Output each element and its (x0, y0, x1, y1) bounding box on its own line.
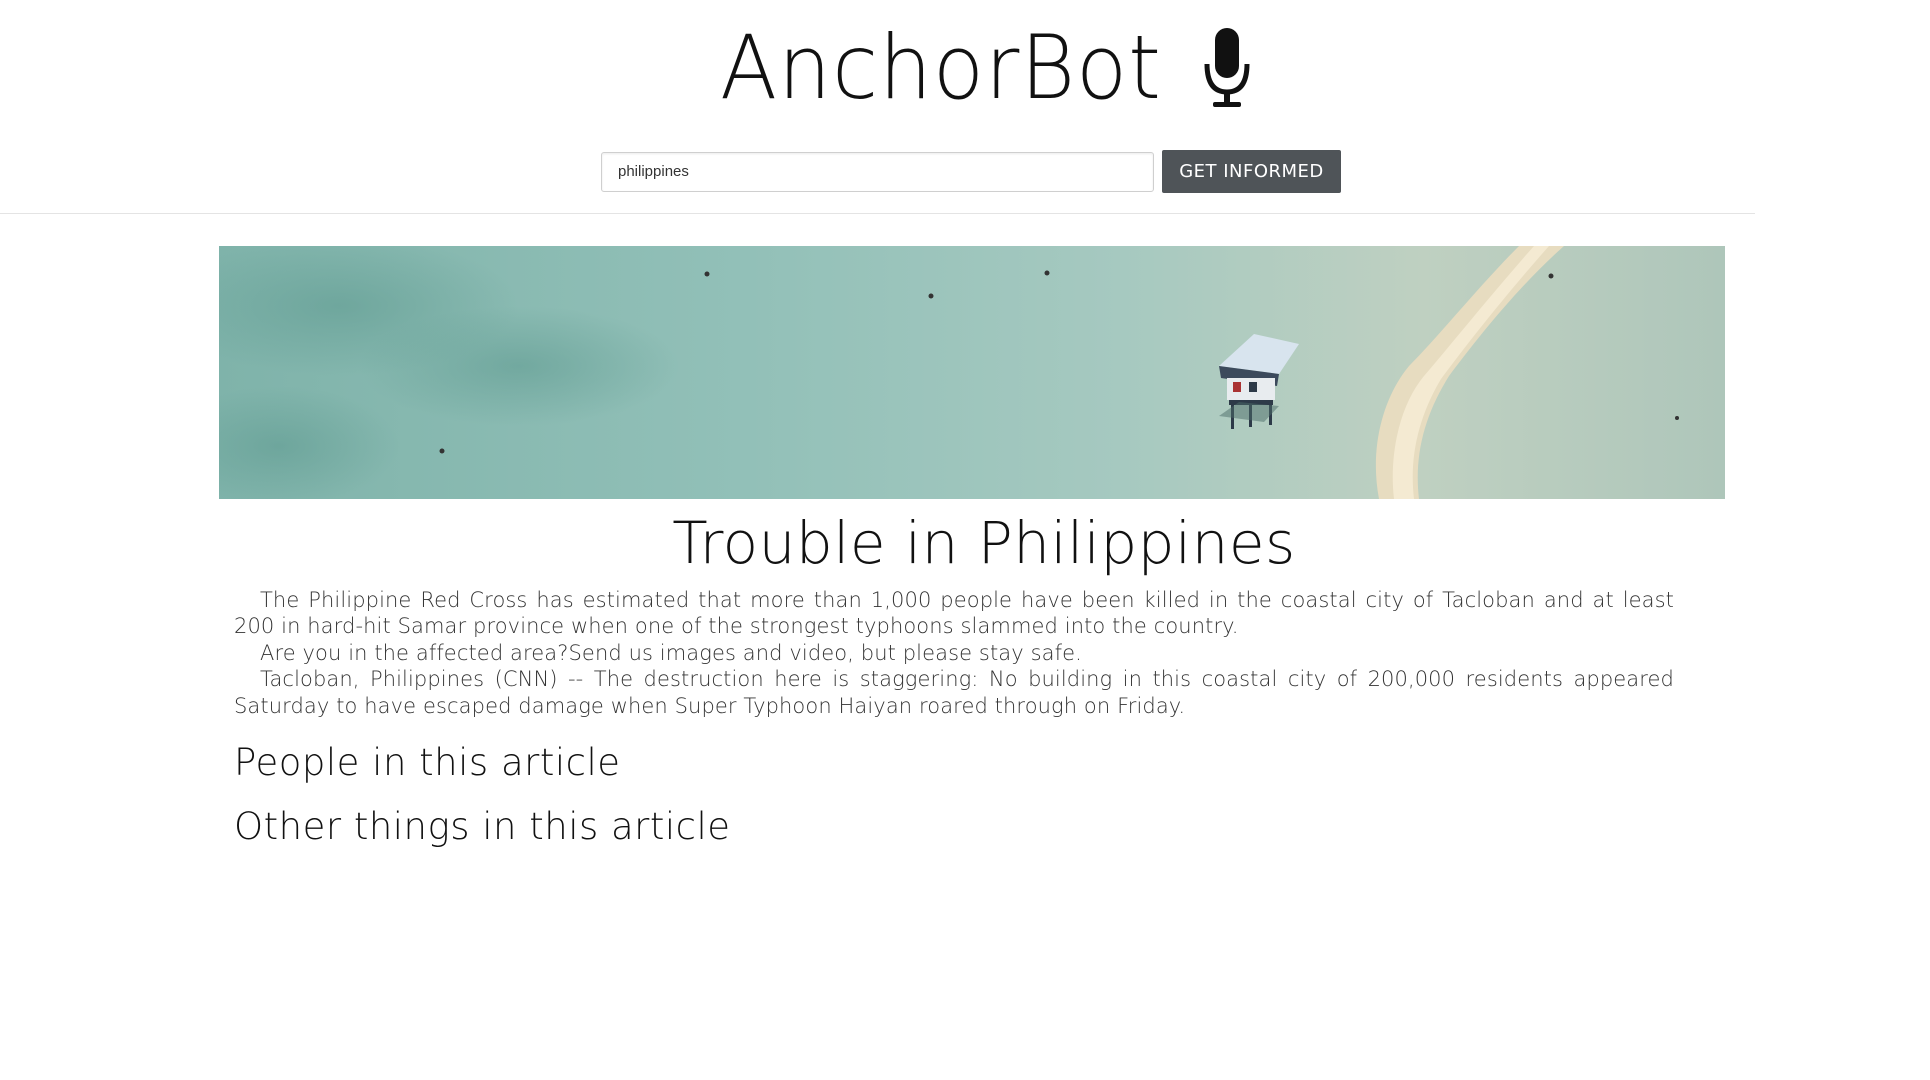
search-input[interactable] (601, 151, 1154, 192)
search-bar: GET INFORMED (601, 150, 1341, 193)
article-paragraph: Tacloban, Philippines (CNN) -- The destr… (234, 667, 1674, 718)
article-paragraph: Are you in the affected area?Send us ima… (260, 640, 1082, 665)
people-heading: People in this article (234, 741, 621, 785)
article-paragraph: The Philippine Red Cross has estimated t… (234, 587, 1674, 639)
page-header: AnchorBot GET INFORMED (0, 0, 1755, 214)
article-body: The Philippine Red Cross has estimated t… (234, 587, 1674, 720)
get-informed-button[interactable]: GET INFORMED (1162, 150, 1341, 193)
article-title: Trouble in Philippines (672, 509, 1296, 577)
hero-image (219, 246, 1725, 499)
logo: AnchorBot (720, 18, 1251, 118)
article: Trouble in Philippines The Philippine Re… (234, 510, 1674, 848)
microphone-icon (1204, 28, 1250, 107)
beach-hut-aerial-image (219, 246, 1725, 499)
other-things-heading: Other things in this article (234, 805, 731, 849)
logo-text: AnchorBot (720, 16, 1162, 119)
